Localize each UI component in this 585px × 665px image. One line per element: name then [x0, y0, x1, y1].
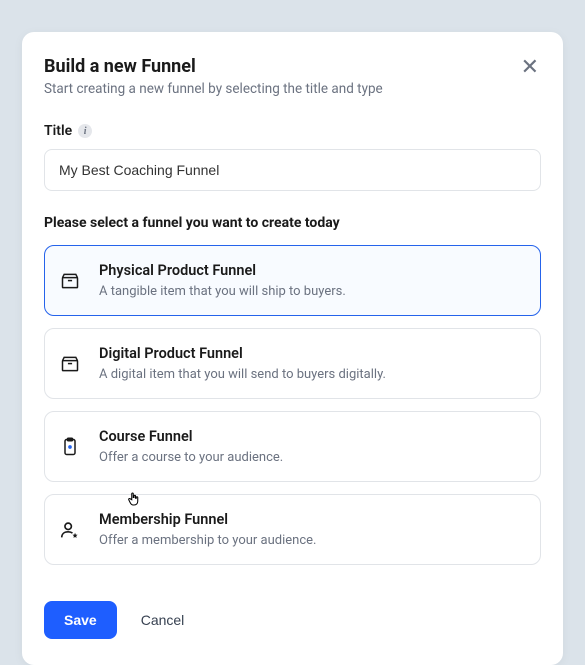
option-desc: Offer a membership to your audience.	[99, 533, 526, 548]
info-icon[interactable]: i	[78, 124, 92, 138]
option-membership[interactable]: Membership Funnel Offer a membership to …	[44, 494, 541, 565]
option-text: Course Funnel Offer a course to your aud…	[99, 428, 526, 465]
option-desc: Offer a course to your audience.	[99, 450, 526, 465]
build-funnel-modal: Build a new Funnel Start creating a new …	[22, 32, 563, 665]
save-button[interactable]: Save	[44, 601, 117, 639]
header-text: Build a new Funnel Start creating a new …	[44, 56, 519, 97]
option-desc: A tangible item that you will ship to bu…	[99, 284, 526, 299]
close-icon: ✕	[521, 54, 539, 79]
option-digital-product[interactable]: Digital Product Funnel A digital item th…	[44, 328, 541, 399]
title-input[interactable]	[44, 149, 541, 191]
option-text: Membership Funnel Offer a membership to …	[99, 511, 526, 548]
option-course[interactable]: Course Funnel Offer a course to your aud…	[44, 411, 541, 482]
option-text: Digital Product Funnel A digital item th…	[99, 345, 526, 382]
select-funnel-label: Please select a funnel you want to creat…	[44, 215, 541, 231]
title-label: Title	[44, 123, 72, 139]
box-icon	[59, 353, 81, 375]
modal-header: Build a new Funnel Start creating a new …	[44, 56, 541, 97]
option-title: Digital Product Funnel	[99, 345, 526, 362]
option-title: Physical Product Funnel	[99, 262, 526, 279]
user-star-icon	[59, 519, 81, 541]
modal-subtitle: Start creating a new funnel by selecting…	[44, 81, 519, 97]
option-title: Course Funnel	[99, 428, 526, 445]
close-button[interactable]: ✕	[519, 56, 541, 78]
title-label-row: Title i	[44, 123, 541, 139]
box-icon	[59, 270, 81, 292]
modal-actions: Save Cancel	[44, 601, 541, 639]
option-title: Membership Funnel	[99, 511, 526, 528]
option-physical-product[interactable]: Physical Product Funnel A tangible item …	[44, 245, 541, 316]
option-text: Physical Product Funnel A tangible item …	[99, 262, 526, 299]
title-field-group: Title i	[44, 123, 541, 191]
clipboard-icon	[59, 436, 81, 458]
option-desc: A digital item that you will send to buy…	[99, 367, 526, 382]
funnel-option-list: Physical Product Funnel A tangible item …	[44, 245, 541, 565]
cancel-button[interactable]: Cancel	[141, 612, 185, 628]
modal-title: Build a new Funnel	[44, 56, 519, 77]
